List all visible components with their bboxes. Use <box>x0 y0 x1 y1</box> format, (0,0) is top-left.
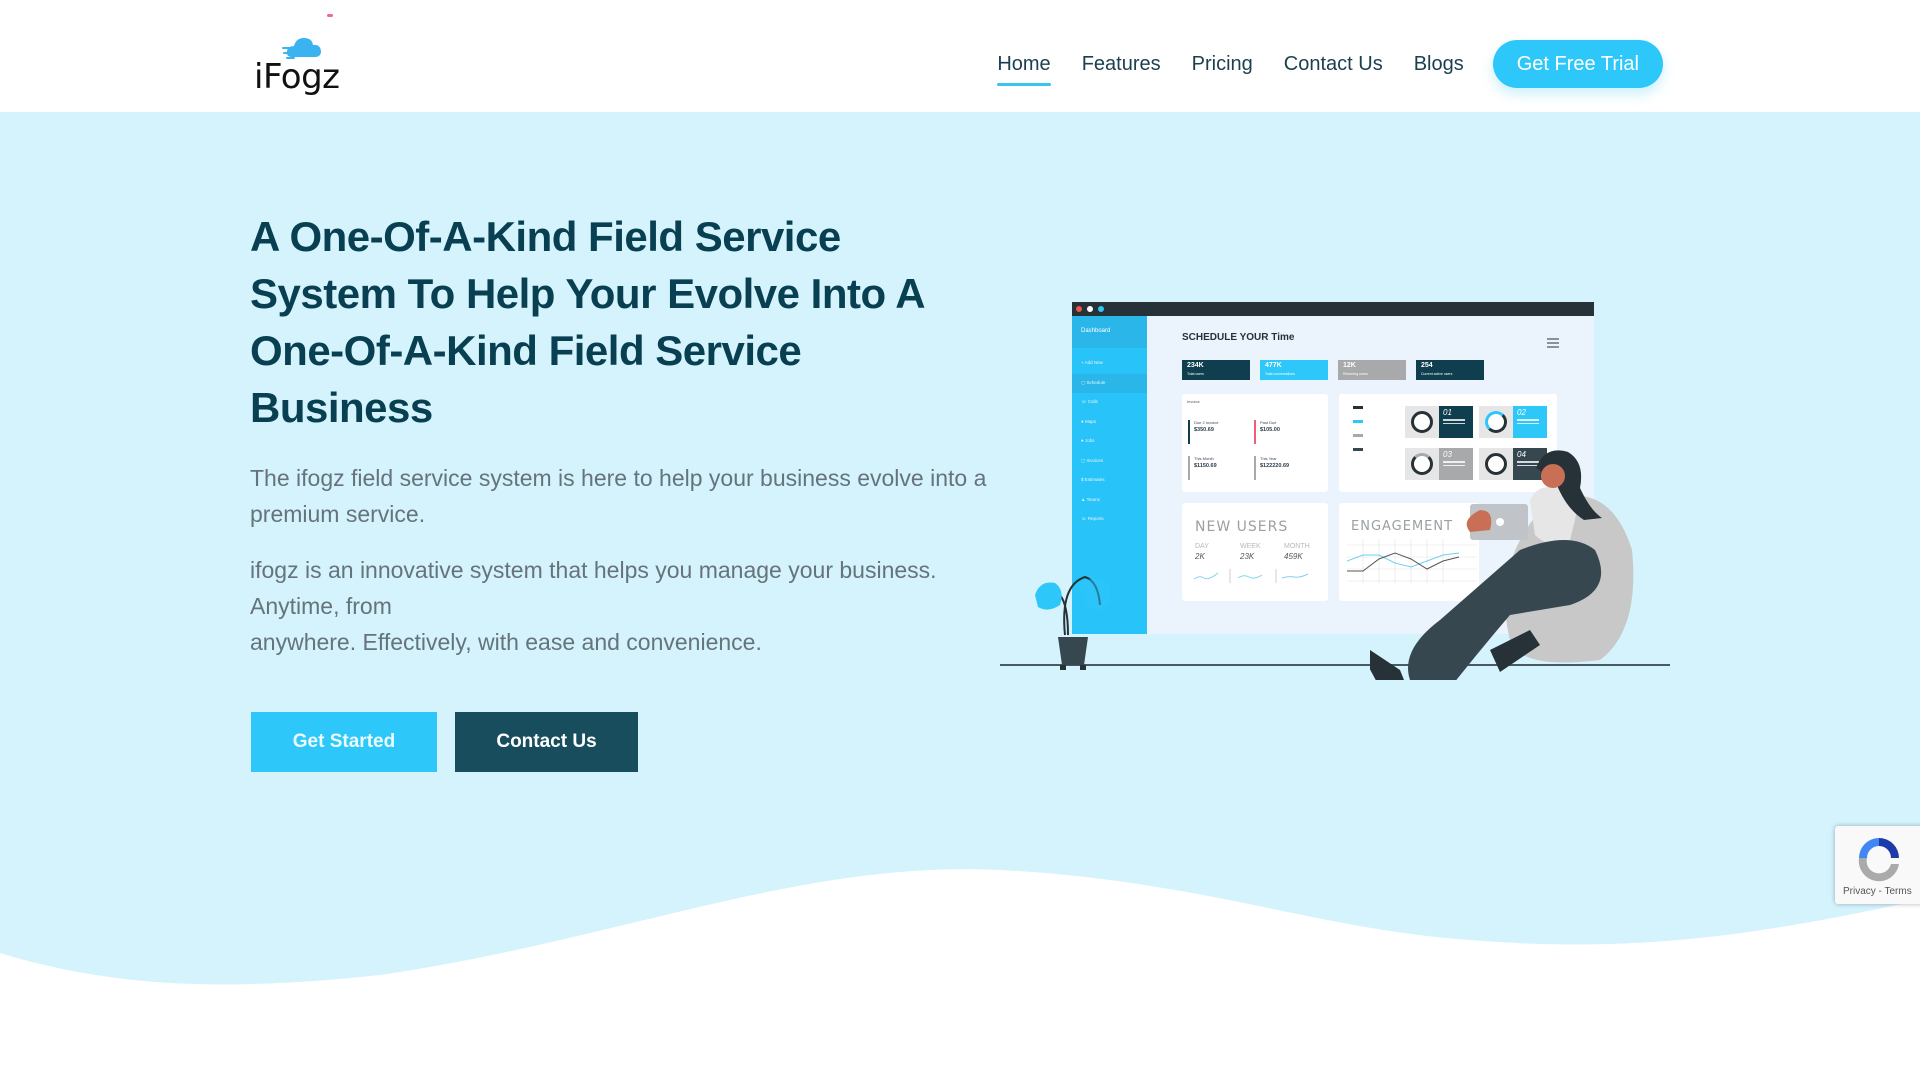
mockup-sidebar-item: + Add New <box>1081 360 1103 365</box>
invoice-item-value: $350.69 <box>1194 427 1214 433</box>
recaptcha-icon <box>1858 838 1899 882</box>
window-dot-red <box>1076 306 1082 312</box>
tile-number: 02 <box>1517 408 1526 417</box>
nav-contact-us[interactable]: Contact Us <box>1284 38 1383 90</box>
recaptcha-badge[interactable]: Privacy - Terms <box>1835 826 1920 904</box>
mockup-sidebar-item: ▢ Schedule <box>1072 373 1147 393</box>
mockup-sidebar-label: Jobs <box>1084 438 1095 443</box>
donut-ring <box>1411 411 1433 433</box>
invoice-item-label: This Month <box>1194 456 1214 461</box>
donut-tile: 02 <box>1479 406 1547 438</box>
new-users-col-label: MONTH <box>1284 543 1310 550</box>
nav-features[interactable]: Features <box>1082 38 1161 90</box>
stat-label: Total conversations <box>1265 372 1295 376</box>
hero-illustration: Dashboard + Add New ▢ Schedule ☏ Calls ●… <box>1000 300 1680 680</box>
mockup-sidebar-item: ▢ Invoices <box>1081 457 1104 463</box>
mockup-sidebar-item: ● Maps <box>1081 418 1096 424</box>
invoice-item: Due 2 Invoice $350.69 <box>1188 420 1248 444</box>
logo-accent <box>327 14 333 17</box>
invoice-item: This Year $122220.69 <box>1254 456 1314 480</box>
legend-swatch <box>1353 448 1363 451</box>
mockup-sidebar-item: ● Jobs <box>1081 438 1095 443</box>
legend-swatch <box>1353 420 1363 423</box>
window-dot-blue <box>1098 306 1104 312</box>
mockup-sidebar-item: ☏ Reports <box>1081 516 1104 521</box>
hero-paragraph-2-line-1: ifogz is an innovative system that helps… <box>250 557 937 619</box>
new-users-month: MONTH 459K <box>1284 543 1310 561</box>
invoice-item-label: Due 2 Invoice <box>1194 420 1219 425</box>
mockup-sidebar-label: Schedule <box>1086 379 1106 385</box>
new-users-sparklines <box>1193 569 1309 583</box>
woman-illustration <box>1370 450 1634 680</box>
stat-total-conversations: 477K Total conversations <box>1260 360 1328 380</box>
get-started-button[interactable]: Get Started <box>251 712 437 772</box>
new-users-col-label: WEEK <box>1240 543 1261 550</box>
site-header: iFogz Home Features Pricing Contact Us B… <box>0 0 1920 112</box>
invoice-item-label: Past Due <box>1260 420 1277 425</box>
stat-active-users: 254 Current active users <box>1416 360 1484 380</box>
stat-returning-users: 12K Returning users <box>1338 360 1406 380</box>
stat-label: Returning users <box>1343 372 1368 376</box>
window-bar <box>1072 302 1594 316</box>
new-users-card: NEW USERS DAY 2K WEEK 23K MONTH 459K <box>1182 503 1328 601</box>
new-users-day: DAY 2K <box>1195 543 1209 561</box>
stat-label: Current active users <box>1421 372 1453 376</box>
stat-value: 254 <box>1421 362 1433 369</box>
invoice-item: This Month $1150.69 <box>1188 456 1248 480</box>
stat-total-users: 234K Total users <box>1182 360 1250 380</box>
invoice-item: Past Due $105.00 <box>1254 420 1314 444</box>
new-users-title: NEW USERS <box>1195 519 1289 535</box>
hero-title: A One-Of-A-Kind Field Service System To … <box>250 213 924 431</box>
legend-swatch <box>1353 434 1363 437</box>
mockup-sidebar-label: Add New <box>1084 360 1103 365</box>
stat-label: Total users <box>1187 372 1204 376</box>
get-free-trial-button[interactable]: Get Free Trial <box>1492 40 1663 88</box>
new-users-col-value: 459K <box>1284 552 1303 561</box>
new-users-week: WEEK 23K <box>1240 543 1261 561</box>
new-users-col-label: DAY <box>1195 543 1209 550</box>
new-users-col-value: 2K <box>1195 552 1205 561</box>
new-users-col-value: 23K <box>1240 552 1255 561</box>
mockup-sidebar-item: ▲ Teams <box>1081 496 1100 502</box>
mockup-sidebar-label: Teams <box>1086 496 1100 502</box>
hamburger-menu-icon <box>1547 338 1559 350</box>
mockup-sidebar-label: Reports <box>1087 516 1104 521</box>
nav-blogs[interactable]: Blogs <box>1414 38 1464 90</box>
invoice-item-label: This Year <box>1260 456 1277 461</box>
mockup-sidebar-item: ☏ Calls <box>1081 399 1098 404</box>
main-nav: Home Features Pricing Contact Us Blogs G… <box>997 38 1663 90</box>
legend-swatch <box>1353 406 1363 409</box>
hero-paragraph-2: ifogz is an innovative system that helps… <box>250 552 990 660</box>
stat-value: 12K <box>1343 362 1356 369</box>
mockup-sidebar-header: Dashboard <box>1072 316 1147 348</box>
hero-paragraph-1: The ifogz field service system is here t… <box>250 465 987 527</box>
invoice-item-value: $122220.69 <box>1260 463 1290 469</box>
mockup-sidebar-label: Maps <box>1084 418 1096 424</box>
mockup-sidebar-label: Invoices <box>1086 457 1104 463</box>
logo-text: iFogz <box>254 57 340 97</box>
invoice-item-value: $105.00 <box>1260 427 1280 433</box>
stat-value: 477K <box>1265 362 1282 369</box>
nav-pricing[interactable]: Pricing <box>1192 38 1253 90</box>
hero-paragraph-2-line-2: anywhere. Effectively, with ease and con… <box>250 629 762 655</box>
contact-us-button[interactable]: Contact Us <box>455 712 638 772</box>
recaptcha-privacy-terms-link[interactable]: Privacy - Terms <box>1843 886 1912 897</box>
logo[interactable]: iFogz <box>252 14 342 100</box>
donut-ring <box>1485 411 1507 433</box>
invoice-card-label: Invoice <box>1187 399 1200 404</box>
mockup-sidebar-label: Estimates <box>1084 477 1105 482</box>
stat-value: 234K <box>1187 362 1204 369</box>
donut-tile: 01 <box>1405 406 1473 438</box>
window-dot-white <box>1087 306 1093 312</box>
mockup-sidebar-label: Calls <box>1087 399 1098 404</box>
plant-illustration <box>1035 575 1111 670</box>
mockup-sidebar-item: $ Estimates <box>1081 477 1105 482</box>
mockup-title: SCHEDULE YOUR Time <box>1182 332 1295 343</box>
nav-home[interactable]: Home <box>997 38 1052 90</box>
invoice-card: Invoice Due 2 Invoice $350.69 Past Due $10… <box>1182 394 1328 492</box>
tile-number: 01 <box>1443 408 1452 417</box>
invoice-item-value: $1150.69 <box>1194 463 1217 469</box>
